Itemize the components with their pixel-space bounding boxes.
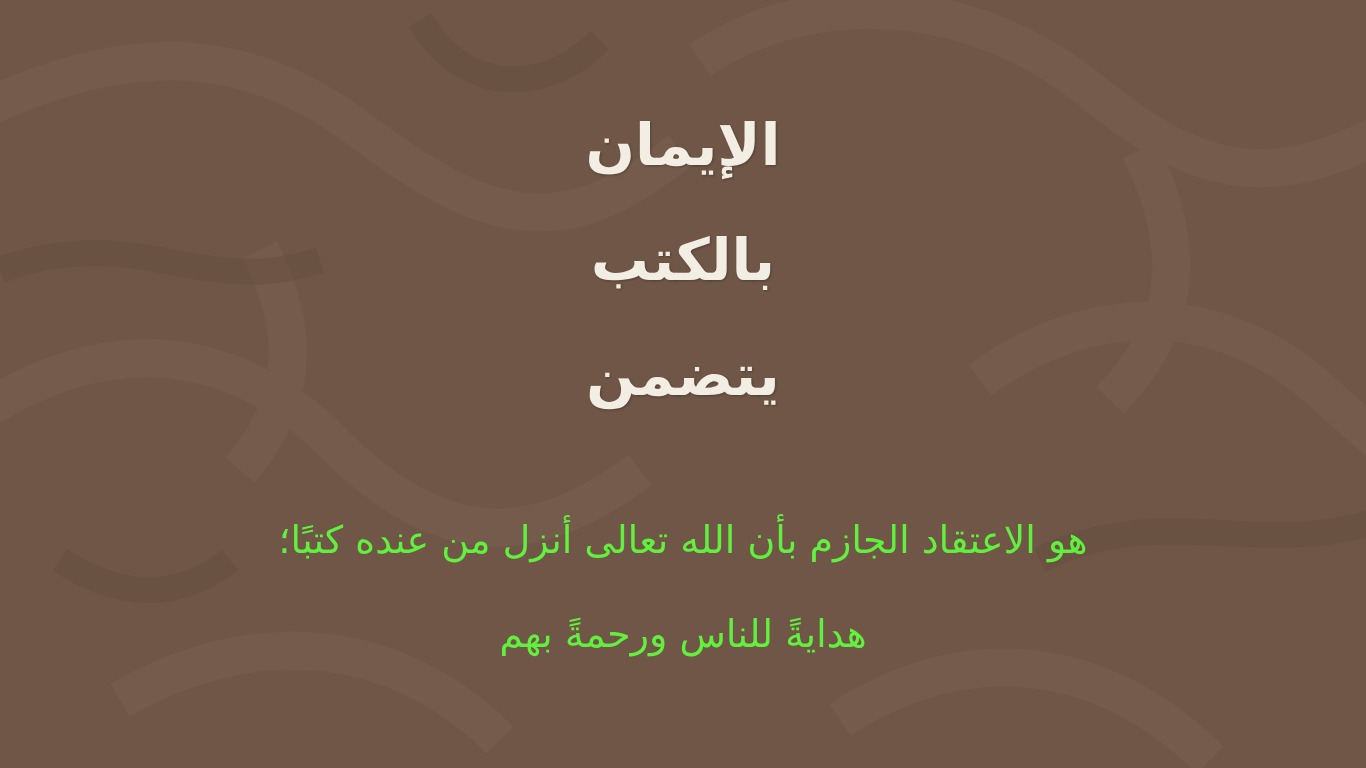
definition-line-2: هدايةً للناس ورحمةً بهم — [499, 612, 867, 656]
title-line-2: بالكتب — [590, 226, 776, 294]
definition-line-1: هو الاعتقاد الجازم بأن الله تعالى أنزل م… — [278, 518, 1088, 562]
title-line-1: الإيمان — [585, 111, 781, 179]
title-line-3: يتضمن — [586, 341, 780, 409]
